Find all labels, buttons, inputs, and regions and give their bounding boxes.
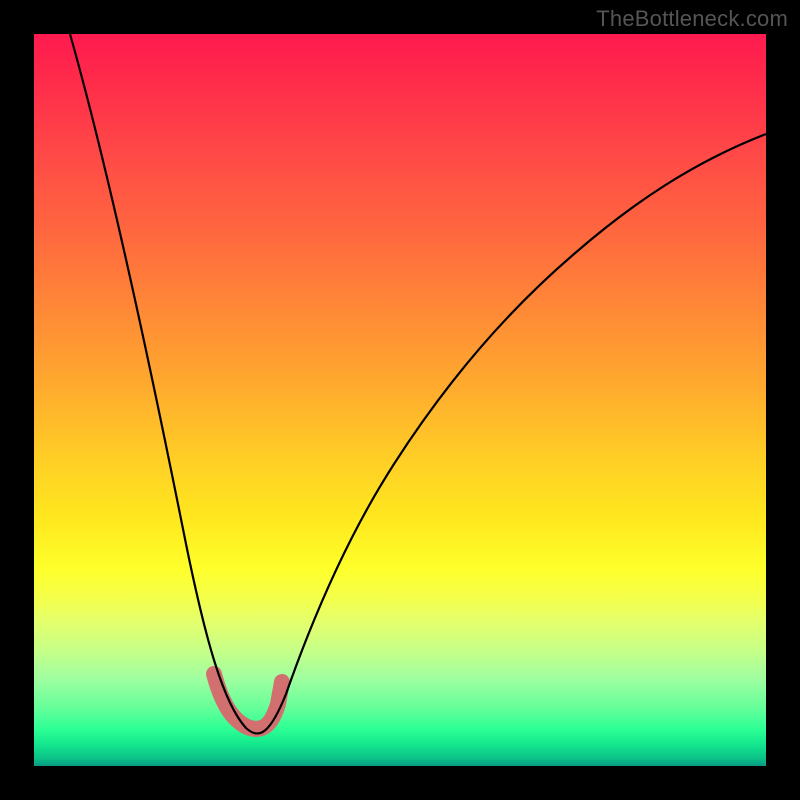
watermark-text: TheBottleneck.com xyxy=(596,6,788,32)
bottleneck-chart xyxy=(34,34,766,766)
optimal-region-highlight xyxy=(214,674,282,729)
bottleneck-curve xyxy=(70,34,766,734)
chart-svg xyxy=(34,34,766,766)
